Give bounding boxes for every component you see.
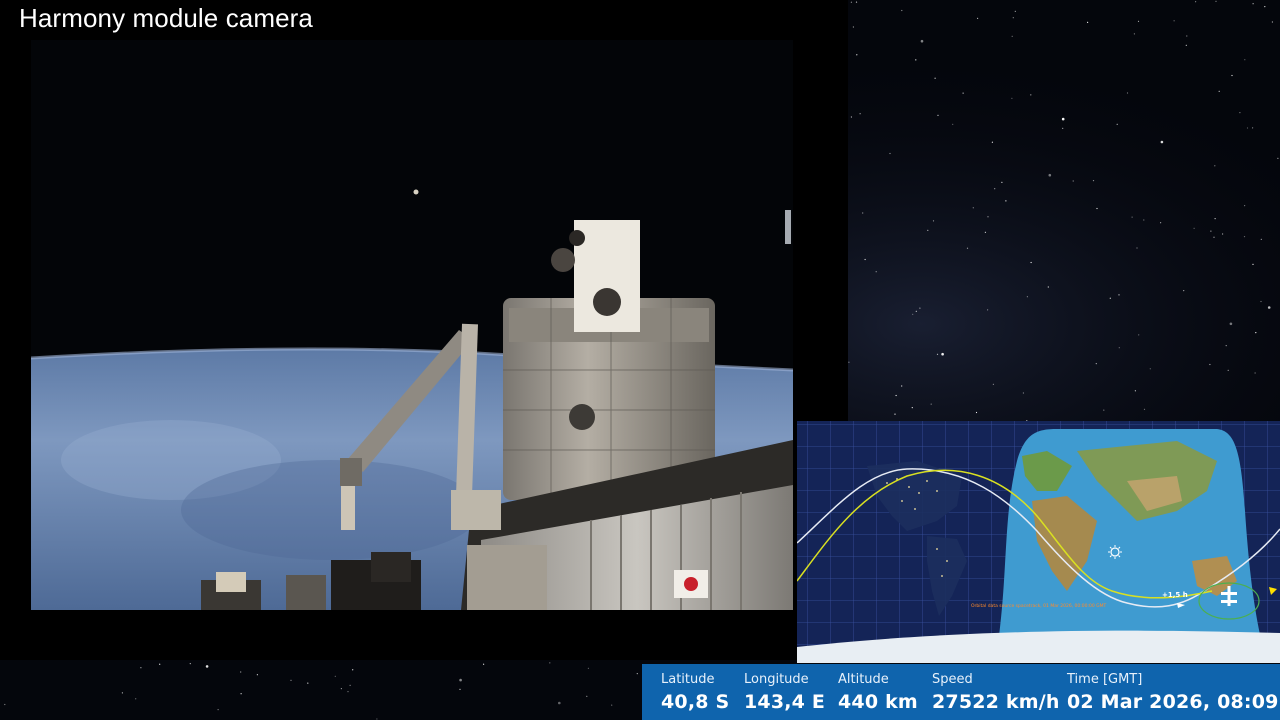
latitude-value: 40,8 S <box>661 691 730 713</box>
camera-panel: Harmony module camera <box>0 0 848 660</box>
longitude-label: Longitude <box>744 672 809 687</box>
world-map: +1,5 h Orbital data source spacetrack, 0… <box>797 421 1280 663</box>
camera-title: Harmony module camera <box>19 3 313 33</box>
altitude-value: 440 km <box>838 691 918 713</box>
time-value: 02 Mar 2026, 08:09:00 <box>1067 691 1280 713</box>
telemetry-bar: Latitude 40,8 S Longitude 143,4 E Altitu… <box>642 664 1280 720</box>
speed-label: Speed <box>932 672 973 687</box>
longitude-value: 143,4 E <box>744 691 826 713</box>
orbit-time-marker: +1,5 h <box>1162 591 1188 599</box>
orbit-caption: Orbital data source spacetrack, 01 Mar 2… <box>971 603 1107 609</box>
camera-feed <box>31 40 793 610</box>
altitude-label: Altitude <box>838 672 889 687</box>
time-label: Time [GMT] <box>1067 672 1143 687</box>
latitude-label: Latitude <box>661 672 715 687</box>
speed-value: 27522 km/h <box>932 691 1060 713</box>
